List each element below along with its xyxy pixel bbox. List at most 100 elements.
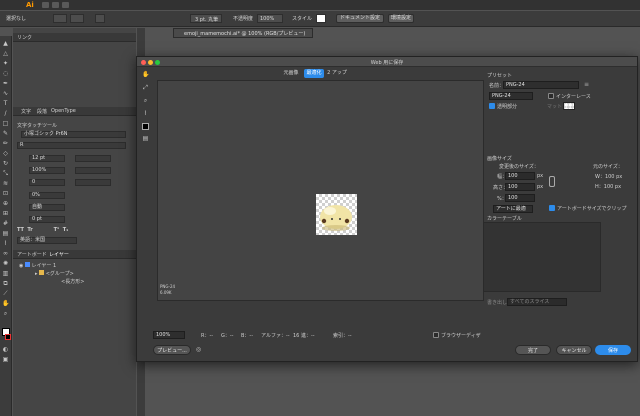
gradient-icon[interactable]: ▤ (2, 230, 9, 237)
char-spacing-field[interactable] (75, 179, 111, 186)
preset-select[interactable]: PNG-24 (503, 81, 579, 89)
hand-tool-icon[interactable]: ✋ (142, 71, 149, 78)
screen-mode-icon[interactable]: ▣ (2, 356, 9, 363)
matte-swatch[interactable] (563, 102, 575, 110)
stroke-brush-select[interactable]: 3 pt. 丸筆 (190, 14, 222, 23)
leading-field[interactable] (75, 155, 111, 162)
hand-tool-icon[interactable]: ✋ (2, 300, 9, 307)
interlace-checkbox[interactable] (548, 93, 554, 99)
tab-character[interactable]: 文字 (21, 108, 31, 115)
link-proportions-icon[interactable] (549, 176, 555, 187)
path-row[interactable]: <長方形> (61, 278, 84, 285)
color-table (483, 222, 601, 292)
bridge-icon[interactable] (42, 2, 49, 8)
tab-original[interactable]: 元画像 (280, 69, 302, 78)
document-tab[interactable]: emoji_mamemochi.ai* @ 100% (RGB/プレビュー) (173, 28, 313, 38)
opacity-field[interactable]: 100% (257, 14, 283, 23)
blend-icon[interactable]: ∞ (2, 250, 9, 257)
format-select[interactable]: PNG-24 (489, 92, 533, 100)
tab-optimized[interactable]: 最適化 (304, 69, 324, 78)
width-unit: px (537, 173, 544, 179)
links-panel-tab[interactable]: リンク (13, 33, 136, 42)
eyedropper-color-icon[interactable] (142, 123, 149, 130)
mochi-character-image (320, 205, 352, 231)
tab-paragraph[interactable]: 段落 (37, 108, 47, 115)
preferences-button[interactable]: 環境設定 (388, 14, 414, 23)
mesh-icon[interactable]: # (2, 220, 9, 227)
rotate-icon[interactable]: ↻ (2, 160, 9, 167)
export-select[interactable]: すべてのスライス (507, 298, 567, 306)
tab-opentype[interactable]: OpenType (51, 108, 76, 114)
percent-field[interactable]: 100 (505, 194, 535, 202)
paintbrush-icon[interactable]: ✎ (2, 130, 9, 137)
slice-tool-icon[interactable]: ⟋ (2, 290, 9, 297)
selection-tool-icon[interactable]: ▲ (2, 40, 9, 47)
zoom-select[interactable]: 100% (153, 331, 185, 339)
done-button[interactable]: 完了 (515, 345, 551, 355)
stroke-weight-field[interactable] (95, 14, 105, 23)
stroke-swatch[interactable] (70, 14, 84, 23)
shape-builder-icon[interactable]: ⊕ (2, 200, 9, 207)
vertical-scale-field[interactable]: 100% (29, 167, 65, 174)
save-button[interactable]: 保存 (595, 345, 631, 355)
clip-mode-select[interactable]: アートに最適 (493, 205, 533, 213)
tab-layers[interactable]: レイヤー (49, 251, 69, 258)
globe-icon[interactable]: ◎ (195, 346, 202, 353)
baseline-shift-field[interactable]: 0 pt (29, 216, 65, 223)
preview-pane[interactable]: PNG-24 6.09K (157, 80, 484, 301)
lasso-icon[interactable]: ◌ (2, 70, 9, 77)
preset-label: プリセット (487, 73, 513, 79)
cancel-button[interactable]: キャンセル (556, 345, 592, 355)
pen-tool-icon[interactable]: ✒ (2, 80, 9, 87)
horizontal-scale-field[interactable] (75, 167, 111, 174)
rectangle-tool-icon[interactable]: □ (2, 120, 9, 127)
font-style-select[interactable]: R (17, 142, 126, 149)
perspective-icon[interactable]: ⊞ (2, 210, 9, 217)
direct-selection-tool-icon[interactable]: △ (2, 50, 9, 57)
curvature-icon[interactable]: ∿ (2, 90, 9, 97)
tab-2-up[interactable]: 2 アップ (326, 69, 348, 78)
eyedropper-icon[interactable]: ⌇ (142, 110, 149, 117)
free-transform-icon[interactable]: ⊡ (2, 190, 9, 197)
height-field[interactable]: 100 (505, 183, 535, 191)
font-size-field[interactable]: 12 pt (29, 155, 65, 162)
type-tool-icon[interactable]: T (2, 100, 9, 107)
preset-menu-icon[interactable]: ≡ (583, 81, 590, 88)
language-select[interactable]: 英語：米国 (17, 237, 77, 244)
fill-swatch[interactable] (53, 14, 67, 23)
touch-type-tool[interactable]: 文字タッチツール (17, 122, 57, 129)
layout-icon[interactable] (62, 2, 69, 8)
tracking-field[interactable]: 0 (29, 179, 65, 186)
eyedropper-icon[interactable]: ⌇ (2, 240, 9, 247)
browser-dither-label: ブラウザーディザ (441, 333, 481, 339)
font-family-select[interactable]: 小塚ゴシック Pr6N (21, 131, 126, 138)
kerning-field[interactable]: 自動 (29, 204, 65, 211)
tsume-field[interactable]: 0% (29, 192, 65, 199)
browser-dither-checkbox[interactable] (433, 332, 439, 338)
eraser-icon[interactable]: ◇ (2, 150, 9, 157)
document-setup-button[interactable]: ドキュメント設定 (336, 14, 384, 23)
scale-icon[interactable]: ⤡ (2, 170, 9, 177)
group-row[interactable]: ▸ <グループ> (35, 270, 74, 277)
artboard-tool-icon[interactable]: ⧉ (2, 280, 9, 287)
magic-wand-icon[interactable]: ✦ (2, 60, 9, 67)
width-tool-icon[interactable]: ≋ (2, 180, 9, 187)
graph-tool-icon[interactable]: ▥ (2, 270, 9, 277)
width-field[interactable]: 100 (505, 172, 535, 180)
clip-to-artboard-checkbox[interactable] (549, 205, 555, 211)
layer-row[interactable]: ◉ レイヤー 1 (19, 262, 56, 269)
draw-mode-icon[interactable]: ◐ (2, 346, 9, 353)
stock-icon[interactable] (52, 2, 59, 8)
stroke-color-icon[interactable] (5, 334, 11, 340)
transparency-checkbox[interactable] (489, 103, 495, 109)
style-swatch[interactable] (316, 14, 326, 23)
slice-select-icon[interactable]: ⤢ (142, 84, 149, 91)
zoom-tool-icon[interactable]: ⌕ (2, 310, 9, 317)
pencil-icon[interactable]: ✏ (2, 140, 9, 147)
tab-artboards[interactable]: アートボード (17, 251, 47, 258)
preview-button[interactable]: プレビュー... (153, 345, 191, 355)
zoom-tool-icon[interactable]: ⌕ (142, 97, 149, 104)
toggle-slices-icon[interactable]: ▤ (142, 135, 149, 142)
symbol-sprayer-icon[interactable]: ✺ (2, 260, 9, 267)
line-tool-icon[interactable]: / (2, 110, 9, 117)
